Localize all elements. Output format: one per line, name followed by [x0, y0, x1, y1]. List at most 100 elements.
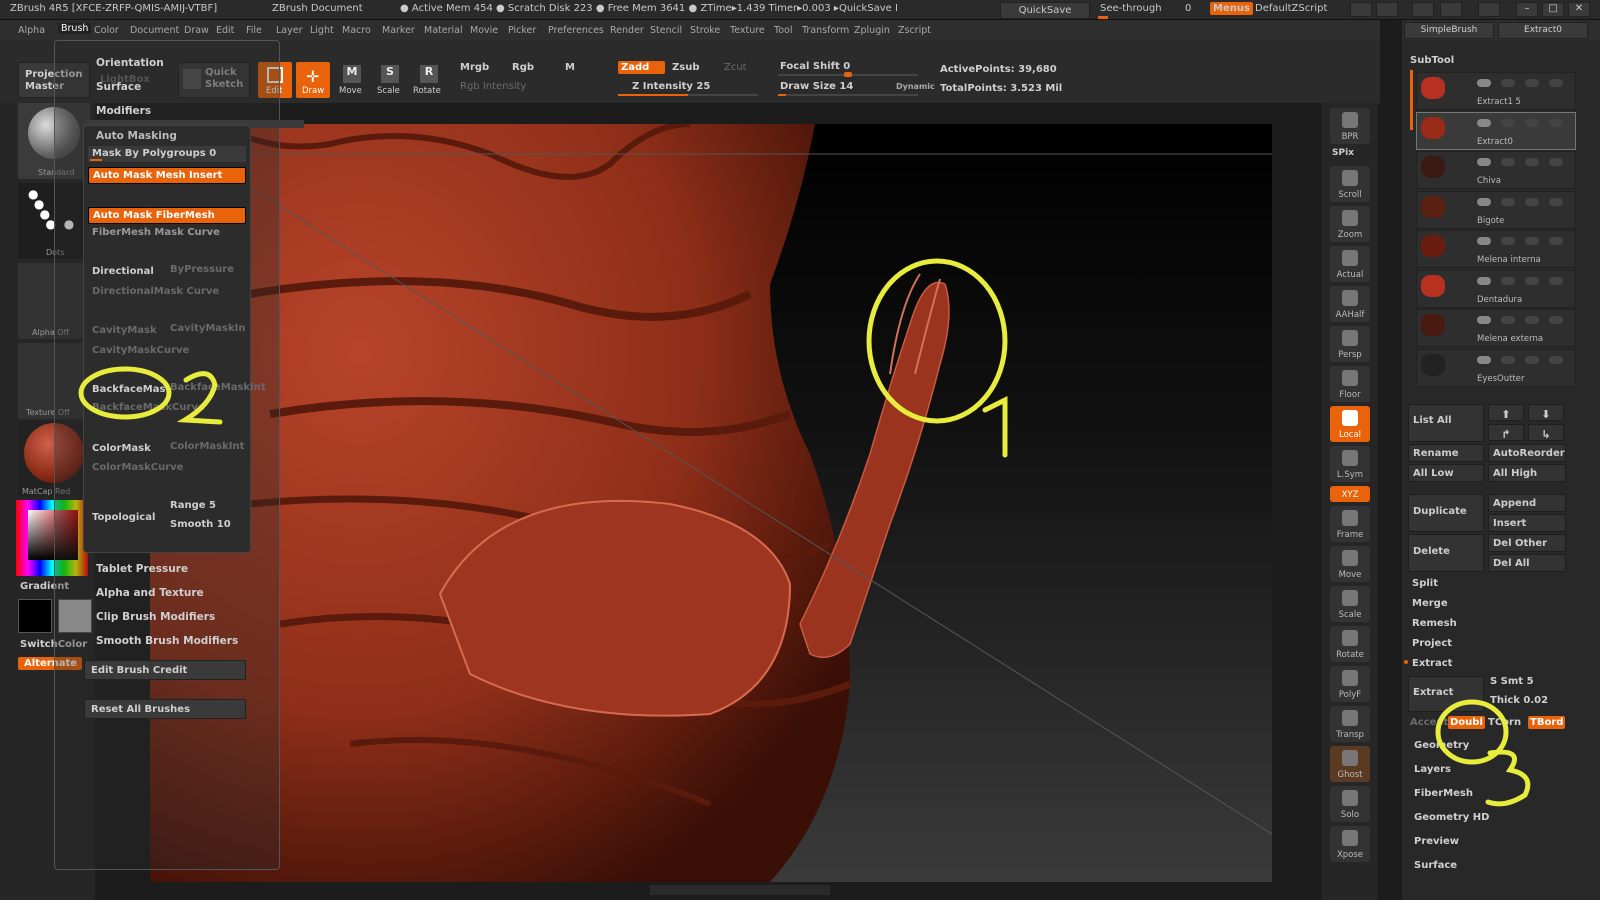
bypressure-slider[interactable]: ByPressure: [170, 264, 234, 275]
menu-transform[interactable]: Transform: [802, 25, 849, 36]
layout-right-icon[interactable]: [1376, 2, 1398, 17]
lock-toggle-icon[interactable]: [1501, 316, 1515, 324]
lock-icon[interactable]: [1478, 2, 1500, 17]
menu-draw[interactable]: Draw: [184, 25, 209, 36]
extract0-button[interactable]: Extract0: [1498, 22, 1588, 39]
polypaint-toggle-icon[interactable]: [1477, 276, 1491, 285]
frame-button[interactable]: Frame: [1330, 506, 1370, 542]
polypaint-toggle-icon[interactable]: [1477, 237, 1491, 245]
menu-zplugin[interactable]: Zplugin: [854, 25, 890, 36]
section-surface[interactable]: Surface: [1414, 860, 1457, 871]
tablet-pressure-section[interactable]: Tablet Pressure: [96, 563, 188, 575]
colormaskint-slider[interactable]: ColorMaskInt: [170, 441, 244, 452]
lsym-button[interactable]: L.Sym: [1330, 446, 1370, 482]
section-geometry[interactable]: Geometry: [1414, 740, 1469, 751]
auto-mask-fibermesh-button[interactable]: Auto Mask FiberMesh: [88, 207, 246, 224]
append-button[interactable]: Append: [1488, 494, 1566, 512]
menu-preferences[interactable]: Preferences: [548, 25, 604, 36]
menu-layer[interactable]: Layer: [276, 25, 303, 36]
menu-stencil[interactable]: Stencil: [650, 25, 682, 36]
minimize-icon[interactable]: –: [1516, 2, 1538, 17]
actual-button[interactable]: Actual: [1330, 246, 1370, 282]
menu-document[interactable]: Document: [130, 25, 179, 36]
subtool-scrollbar[interactable]: [1410, 70, 1413, 130]
polypaint-toggle-icon[interactable]: [1477, 158, 1491, 166]
subtool-item[interactable]: Melena externa: [1416, 309, 1576, 347]
zcut-button[interactable]: Zcut: [724, 62, 747, 73]
visibility-eye-icon[interactable]: [1549, 316, 1563, 324]
menu-tool[interactable]: Tool: [774, 25, 792, 36]
subtool-item[interactable]: Dentadura: [1416, 269, 1576, 308]
draw-button[interactable]: ✛ Draw: [296, 62, 330, 98]
extract-button[interactable]: Extract: [1408, 676, 1484, 712]
seethrough-slider[interactable]: [1098, 16, 1108, 19]
colormask-button[interactable]: ColorMask: [92, 443, 151, 454]
s-smt-slider[interactable]: S Smt 5: [1490, 676, 1534, 687]
brush-toggle-icon[interactable]: [1525, 316, 1539, 324]
clip-brush-section[interactable]: Clip Brush Modifiers: [96, 611, 215, 623]
aahalf-button[interactable]: AAHalf: [1330, 286, 1370, 322]
menu-material[interactable]: Material: [424, 25, 463, 36]
menu-render[interactable]: Render: [610, 25, 644, 36]
zscript-label[interactable]: DefaultZScript: [1255, 3, 1327, 14]
menu-picker[interactable]: Picker: [508, 25, 536, 36]
insert-button[interactable]: Insert: [1488, 514, 1566, 532]
alpha-texture-section[interactable]: Alpha and Texture: [96, 587, 204, 599]
visibility-eye-icon[interactable]: [1549, 79, 1563, 87]
delete-button[interactable]: Delete: [1408, 534, 1484, 572]
polypaint-toggle-icon[interactable]: [1477, 355, 1491, 364]
visibility-eye-icon[interactable]: [1549, 197, 1563, 206]
lock-toggle-icon[interactable]: [1501, 158, 1515, 166]
move-button[interactable]: Move: [1330, 546, 1370, 582]
menu-marker[interactable]: Marker: [382, 25, 415, 36]
rotate-button[interactable]: Rotate: [1330, 626, 1370, 662]
lock-toggle-icon[interactable]: [1501, 276, 1515, 285]
mask-by-polygroups-slider[interactable]: Mask By Polygroups 0: [88, 146, 246, 162]
move-up-icon[interactable]: ⬆: [1488, 404, 1524, 421]
reset-all-brushes-button[interactable]: Reset All Brushes: [84, 699, 246, 719]
fibermesh-mask-curve[interactable]: FiberMesh Mask Curve: [92, 227, 220, 238]
menu-file[interactable]: File: [246, 25, 262, 36]
focal-shift-slider[interactable]: Focal Shift 0: [780, 61, 850, 72]
modifiers-section[interactable]: Modifiers: [96, 105, 151, 117]
auto-mask-mesh-insert-button[interactable]: Auto Mask Mesh Insert: [88, 167, 246, 184]
subtool-item[interactable]: Chiva: [1416, 151, 1576, 189]
backfacemaskint-slider[interactable]: BackfaceMaskInt: [170, 382, 266, 393]
polypaint-toggle-icon[interactable]: [1477, 197, 1491, 206]
move-out-icon[interactable]: ↱: [1488, 424, 1524, 441]
range-slider[interactable]: Range 5: [170, 500, 216, 511]
lock-toggle-icon[interactable]: [1501, 237, 1515, 245]
bpr-button[interactable]: BPR: [1330, 108, 1370, 144]
remesh-section[interactable]: Remesh: [1412, 618, 1457, 629]
zadd-button[interactable]: Zadd: [618, 61, 666, 74]
scroll-button[interactable]: Scroll: [1330, 166, 1370, 202]
backfacemask-button[interactable]: BackfaceMas: [92, 384, 165, 395]
orientation-section[interactable]: Orientation: [96, 57, 164, 69]
rgb-intensity-slider[interactable]: Rgb Intensity: [460, 81, 526, 92]
subtool-item[interactable]: Extract1 5: [1416, 72, 1576, 110]
menu-brush[interactable]: Brush: [58, 23, 92, 34]
section-fibermesh[interactable]: FiberMesh: [1414, 788, 1473, 799]
del-other-button[interactable]: Del Other: [1488, 534, 1566, 552]
visibility-eye-icon[interactable]: [1549, 276, 1563, 285]
autoreorder-button[interactable]: AutoReorder: [1488, 444, 1566, 462]
menu-stroke[interactable]: Stroke: [690, 25, 720, 36]
extract-section[interactable]: Extract: [1412, 658, 1452, 669]
backfacemask-curve[interactable]: BackfaceMaskCurve: [92, 402, 205, 413]
persp-button[interactable]: Persp: [1330, 326, 1370, 362]
rgb-button[interactable]: Rgb: [512, 62, 534, 73]
thick-slider[interactable]: Thick 0.02: [1490, 695, 1548, 706]
zsub-button[interactable]: Zsub: [672, 62, 699, 73]
layout-left-icon[interactable]: [1350, 2, 1372, 17]
menu-texture[interactable]: Texture: [730, 25, 765, 36]
menu-color[interactable]: Color: [94, 25, 119, 36]
seethrough-label[interactable]: See-through: [1100, 3, 1162, 14]
spix-slider[interactable]: SPix: [1332, 148, 1354, 158]
colormask-curve[interactable]: ColorMaskCurve: [92, 462, 183, 473]
brush-toggle-icon[interactable]: [1525, 237, 1539, 245]
quicksave-button[interactable]: QuickSave: [1000, 2, 1090, 19]
lock-toggle-icon[interactable]: [1501, 197, 1515, 206]
visibility-eye-icon[interactable]: [1549, 355, 1563, 364]
maximize-icon[interactable]: □: [1542, 2, 1564, 17]
transp-button[interactable]: Transp: [1330, 706, 1370, 742]
